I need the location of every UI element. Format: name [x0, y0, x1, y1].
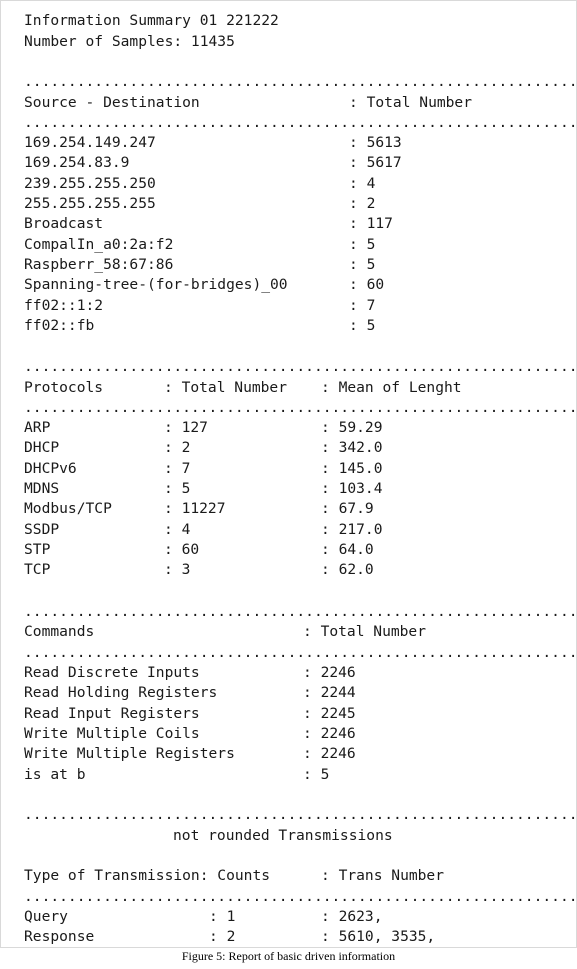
table-cell: : 2246: [303, 745, 356, 763]
table-cell: : 145.0: [321, 459, 383, 477]
commands-col-label: Commands: [24, 623, 95, 640]
source-dest-col-label: Source - Destination: [24, 93, 200, 111]
table-cell: SSDP: [24, 520, 60, 538]
table-cell: STP: [24, 541, 51, 559]
table-cell: : 60: [349, 276, 385, 294]
table-cell: : 5: [303, 765, 330, 783]
table-cell: : 5613: [349, 134, 402, 151]
table-cell: : 2: [209, 928, 236, 946]
table-cell: : 5610, 3535,: [321, 928, 436, 946]
table-cell: DHCPv6: [24, 459, 77, 477]
separator-dots: ........................................…: [24, 113, 577, 131]
table-cell: CompalIn_a0:2a:f2: [24, 235, 174, 253]
table-cell: : 117: [349, 215, 393, 233]
table-cell: : 2623,: [321, 908, 383, 925]
table-cell: : 2246: [303, 725, 356, 743]
separator-dots: ........................................…: [24, 602, 577, 620]
table-cell: : 60: [164, 541, 200, 559]
table-cell: : 4: [349, 174, 376, 192]
table-cell: DHCP: [24, 439, 60, 457]
table-cell: : 67.9: [321, 500, 374, 518]
table-cell: : 217.0: [321, 520, 383, 538]
total-number-col-label: : Total Number: [349, 93, 473, 111]
report-title: Information Summary 01 221222: [24, 12, 279, 29]
table-cell: : 2: [349, 195, 376, 213]
report-panel: Information Summary 01 221222 Number of …: [0, 0, 577, 948]
table-cell: ARP: [24, 419, 51, 436]
table-cell: : 5: [349, 317, 376, 335]
table-cell: : 64.0: [321, 541, 374, 559]
table-cell: ff02::1:2: [24, 296, 104, 314]
sample-count: Number of Samples: 11435: [24, 32, 235, 50]
table-cell: is at b: [24, 765, 86, 783]
table-cell: Raspberr_58:67:86: [24, 256, 174, 274]
table-cell: Query: [24, 908, 68, 925]
table-cell: MDNS: [24, 480, 60, 498]
table-cell: Modbus/TCP: [24, 500, 112, 518]
table-cell: : 2: [164, 439, 191, 457]
transmissions-subtitle: not rounded Transmissions: [173, 826, 393, 844]
transmission-type-col-label: Type of Transmission: Counts: [24, 867, 271, 884]
commands-total-col-label: : Total Number: [303, 623, 427, 640]
table-cell: Write Multiple Coils: [24, 725, 200, 743]
table-cell: Read Input Registers: [24, 704, 200, 722]
figure-caption: Figure 5: Report of basic driven informa…: [181, 949, 396, 963]
table-cell: : 4: [164, 520, 191, 538]
table-cell: : 5: [164, 480, 191, 498]
protocols-col-label: Protocols: [24, 378, 104, 396]
table-cell: : 1: [209, 908, 236, 925]
separator-dots: ........................................…: [24, 643, 577, 661]
separator-dots: ........................................…: [24, 806, 577, 823]
table-cell: : 5: [349, 256, 376, 274]
table-cell: : 62.0: [321, 561, 374, 579]
table-cell: 239.255.255.250: [24, 174, 156, 192]
table-cell: : 5617: [349, 154, 402, 172]
table-cell: TCP: [24, 561, 51, 579]
table-cell: Response: [24, 928, 95, 946]
table-cell: : 7: [164, 459, 191, 477]
table-cell: 169.254.149.247: [24, 134, 156, 151]
table-cell: Read Discrete Inputs: [24, 664, 200, 681]
protocols-total-col-label: : Total Number: [164, 378, 288, 396]
table-cell: Write Multiple Registers: [24, 745, 235, 763]
table-cell: : 2246: [303, 664, 356, 681]
table-cell: : 342.0: [321, 439, 383, 457]
table-cell: : 2244: [303, 684, 356, 702]
table-cell: Spanning-tree-(for-bridges)_00: [24, 276, 288, 294]
table-cell: Read Holding Registers: [24, 684, 218, 702]
table-cell: : 11227: [164, 500, 226, 518]
separator-dots: ........................................…: [24, 399, 577, 416]
trans-number-col-label: : Trans Number: [321, 867, 445, 884]
table-cell: Broadcast: [24, 215, 104, 233]
table-cell: 255.255.255.255: [24, 195, 156, 213]
table-cell: : 7: [349, 296, 376, 314]
table-cell: : 59.29: [321, 419, 383, 436]
table-cell: 169.254.83.9: [24, 154, 130, 172]
separator-dots: ........................................…: [24, 887, 577, 905]
table-cell: ff02::fb: [24, 317, 95, 335]
separator-dots: ........................................…: [24, 358, 577, 375]
table-cell: : 127: [164, 419, 208, 436]
table-cell: : 3: [164, 561, 191, 579]
protocols-mean-col-label: : Mean of Lenght: [321, 378, 462, 396]
separator-dots: ........................................…: [24, 73, 577, 90]
table-cell: : 5: [349, 235, 376, 253]
table-cell: : 2245: [303, 704, 356, 722]
table-cell: : 103.4: [321, 480, 383, 498]
